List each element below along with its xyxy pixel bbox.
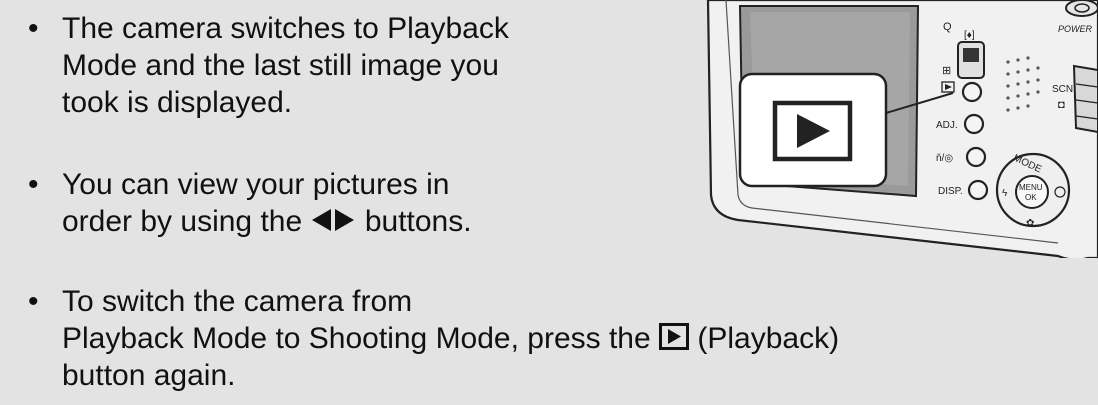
- bullet-text: The camera switches to Playback Mode and…: [28, 10, 668, 121]
- bullet-marker: •: [28, 168, 39, 201]
- bullet-text: To switch the camera from Playback Mode …: [28, 283, 1098, 394]
- ok-label: OK: [1025, 193, 1037, 202]
- bullet-line-prefix: order by using the: [62, 205, 311, 238]
- bullet-line-suffix: (Playback): [689, 322, 840, 355]
- bullet-line-suffix: buttons.: [356, 205, 472, 238]
- menu-ok-button: [1015, 175, 1049, 209]
- bullet-line-prefix: Playback Mode to Shooting Mode, press th…: [62, 322, 660, 355]
- bullet-item-playback-switch: • The camera switches to Playback Mode a…: [28, 10, 668, 121]
- svg-text:ϟ: ϟ: [1002, 188, 1008, 199]
- bullet-line: took is displayed.: [62, 86, 293, 119]
- bullet-marker: •: [28, 285, 39, 318]
- bullet-line: You can view your pictures in: [62, 168, 450, 201]
- power-button: [1065, 0, 1098, 17]
- delete-self-timer-button: [965, 146, 987, 168]
- left-right-arrows-icon: [312, 209, 355, 231]
- adj-label: ADJ.: [936, 120, 958, 131]
- camera-illustration: POWER Q [♦] ⊞ SCN ◘ ADJ. ň/◎ DISP. MENU …: [706, 0, 1098, 258]
- bullet-line: button again.: [62, 359, 236, 392]
- disp-label: DISP.: [938, 186, 963, 197]
- svg-text:⊞: ⊞: [942, 65, 951, 77]
- bullet-line: Mode and the last still image you: [62, 49, 499, 82]
- svg-text:Q: Q: [943, 21, 952, 33]
- bullet-line: To switch the camera from: [62, 285, 413, 318]
- delete-self-label: ň/◎: [936, 153, 953, 164]
- bullet-text: You can view your pictures in order by u…: [28, 166, 668, 240]
- bullet-line: The camera switches to Playback: [62, 12, 509, 45]
- svg-text:[♦]: [♦]: [964, 30, 975, 41]
- playback-button-callout-icon: [772, 100, 853, 162]
- bullet-item-view-pictures: • You can view your pictures in order by…: [28, 166, 668, 240]
- adj-button: [963, 113, 985, 135]
- menu-label: MENU: [1019, 183, 1043, 192]
- bullet-item-switch-to-shooting: • To switch the camera from Playback Mod…: [28, 283, 1098, 394]
- body-playback-button: [961, 81, 983, 103]
- bullet-marker: •: [28, 12, 39, 45]
- svg-text:✿: ✿: [1026, 218, 1034, 229]
- scn-label: SCN: [1052, 84, 1073, 95]
- svg-text:◘: ◘: [1058, 99, 1065, 111]
- playback-icon: [659, 323, 690, 350]
- power-label: POWER: [1058, 24, 1093, 34]
- disp-button: [967, 179, 989, 201]
